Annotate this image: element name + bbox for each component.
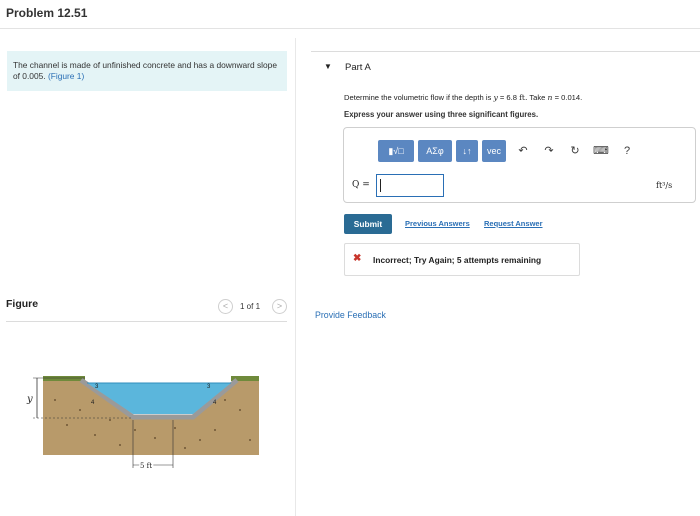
template-button[interactable]: ▮√□ [378,140,414,162]
part-a-divider [311,51,700,52]
instruction-text: Express your answer using three signific… [344,110,539,119]
submit-button[interactable]: Submit [344,214,392,234]
part-a-heading[interactable]: Part A [345,62,371,73]
subscript-superscript-button[interactable]: ↓↑ [456,140,478,162]
help-icon[interactable]: ? [618,140,636,162]
channel-figure: y 3 4 3 4 5 ft [26,376,259,472]
figure-prev-button[interactable]: < [218,299,233,314]
collapse-caret-icon[interactable]: ▼ [324,62,332,71]
figure-next-button[interactable]: > [272,299,287,314]
feedback-message: Incorrect; Try Again; 5 attempts remaini… [373,255,542,265]
answer-units: ft³/s [656,181,673,190]
problem-statement: The channel is made of unfinished concre… [7,51,287,91]
problem-title: Problem 12.51 [6,6,88,20]
bottom-width-label: 5 ft [140,462,152,470]
title-divider [0,28,700,29]
vector-button[interactable]: vec [482,140,506,162]
answer-variable-label: Q = [352,180,370,190]
keyboard-icon[interactable]: ⌨ [592,140,610,162]
panel-divider [295,38,296,516]
answer-input[interactable] [376,174,444,197]
request-answer-link[interactable]: Request Answer [484,219,543,228]
incorrect-x-icon: ✖ [353,253,362,264]
redo-icon[interactable]: ↷ [540,140,558,162]
undo-icon[interactable]: ↶ [514,140,532,162]
greek-symbols-button[interactable]: ΑΣφ [418,140,452,162]
provide-feedback-link[interactable]: Provide Feedback [315,310,386,320]
text-cursor [380,179,381,192]
grass-left [43,376,85,381]
question-text: Determine the volumetric flow if the dep… [344,93,583,102]
depth-label: y [26,394,33,405]
previous-answers-link[interactable]: Previous Answers [405,219,470,228]
reset-icon[interactable]: ↻ [566,140,584,162]
figure-link[interactable]: (Figure 1) [48,71,84,81]
figure-heading: Figure [6,298,39,310]
figure-divider [6,321,287,322]
figure-pager-text: 1 of 1 [240,302,261,311]
